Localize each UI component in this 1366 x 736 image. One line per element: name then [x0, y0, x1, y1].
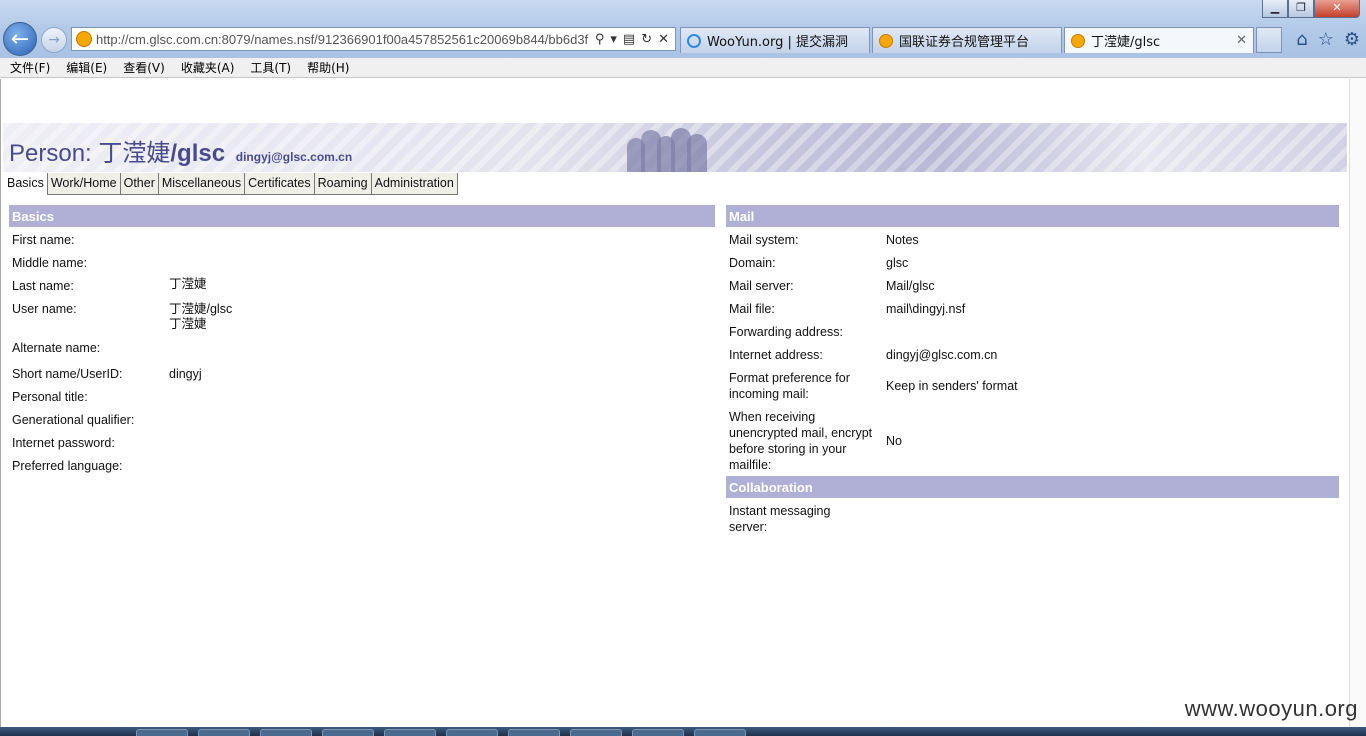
field-label: Alternate name:: [12, 341, 101, 355]
field-label: Internet password:: [12, 436, 115, 450]
field-value: 丁滢婕/glsc: [169, 302, 233, 316]
section-mail-header: Mail: [726, 205, 1339, 227]
taskbar-item[interactable]: [446, 729, 498, 736]
notes-icon: [879, 33, 893, 48]
vertical-scrollbar[interactable]: [1349, 79, 1366, 727]
tab-certificates[interactable]: Certificates: [245, 173, 315, 195]
field-label: Domain:: [729, 256, 776, 270]
tab-miscellaneous[interactable]: Miscellaneous: [158, 173, 246, 195]
field-value: Notes: [886, 233, 919, 247]
menu-help[interactable]: 帮助(H): [301, 59, 355, 76]
tab-label: 丁滢婕/glsc: [1091, 35, 1161, 50]
field-label: Instant messaging server:: [729, 504, 831, 534]
notes-icon: [1071, 33, 1085, 48]
taskbar-item[interactable]: [632, 729, 684, 736]
forward-arrow-icon[interactable]: →: [41, 27, 67, 53]
title-name-cn: 丁滢婕: [98, 140, 171, 167]
new-tab-button[interactable]: [1256, 27, 1282, 53]
field-value: dingyj: [169, 367, 202, 381]
field-label: Mail system:: [729, 233, 799, 247]
field-label: User name:: [12, 302, 77, 316]
home-icon[interactable]: ⌂: [1296, 29, 1307, 50]
field-value: dingyj@glsc.com.cn: [886, 348, 998, 362]
field-value: 丁滢婕: [169, 317, 207, 331]
tab-work-home[interactable]: Work/Home: [47, 173, 121, 195]
menu-edit[interactable]: 编辑(E): [60, 59, 113, 76]
field-label: When receiving unencrypted mail, encrypt…: [729, 410, 873, 472]
field-value: Keep in senders' format: [886, 379, 1018, 393]
url-text[interactable]: http://cm.glsc.com.cn:8079/names.nsf/912…: [96, 32, 595, 47]
menu-file[interactable]: 文件(F): [4, 59, 56, 76]
taskbar-item[interactable]: [570, 729, 622, 736]
people-photo-icon: [623, 125, 713, 172]
favorites-star-icon[interactable]: ☆: [1318, 29, 1334, 50]
taskbar-item[interactable]: [260, 729, 312, 736]
minimize-icon[interactable]: ▁: [1262, 0, 1288, 18]
title-name-org: /glsc: [170, 140, 226, 167]
tab-basics[interactable]: Basics: [4, 173, 48, 195]
tab-other[interactable]: Other: [120, 173, 159, 195]
document-tabs: Basics Work/Home Other Miscellaneous Cer…: [4, 173, 458, 195]
taskbar-item[interactable]: [384, 729, 436, 736]
tab-administration[interactable]: Administration: [371, 173, 458, 195]
field-label: Generational qualifier:: [12, 413, 135, 427]
field-label: Format preference for incoming mail:: [729, 371, 850, 401]
menu-view[interactable]: 查看(V): [117, 59, 171, 76]
refresh-icon[interactable]: ↻: [641, 32, 652, 47]
taskbar-item[interactable]: [198, 729, 250, 736]
page-title: Person: 丁滢婕/glsc dingyj@glsc.com.cn: [9, 133, 352, 168]
address-bar[interactable]: http://cm.glsc.com.cn:8079/names.nsf/912…: [71, 27, 676, 51]
tab-glsc-compliance[interactable]: 国联证券合规管理平台: [872, 27, 1062, 53]
tab-label: 国联证券合规管理平台: [899, 35, 1030, 50]
field-value: 丁滢婕: [169, 277, 207, 291]
field-value: glsc: [886, 256, 909, 270]
field-label: First name:: [12, 233, 75, 247]
taskbar-item[interactable]: [508, 729, 560, 736]
field-label: Middle name:: [12, 256, 88, 270]
field-value: mail\dingyj.nsf: [886, 302, 966, 316]
field-label: Short name/UserID:: [12, 367, 123, 381]
tab-label: WooYun.org | 提交漏洞: [707, 35, 849, 50]
menu-favorites[interactable]: 收藏夹(A): [175, 59, 241, 76]
back-arrow-icon[interactable]: ←: [3, 22, 37, 56]
taskbar-item[interactable]: [136, 729, 188, 736]
field-label: Forwarding address:: [729, 325, 843, 339]
dropdown-icon[interactable]: ▾: [610, 32, 617, 47]
field-label: Mail server:: [729, 279, 794, 293]
tab-wooyun[interactable]: WooYun.org | 提交漏洞: [680, 27, 870, 53]
field-label: Last name:: [12, 279, 74, 293]
field-label: Internet address:: [729, 348, 823, 362]
taskbar-item[interactable]: [322, 729, 374, 736]
section-collaboration-header: Collaboration: [726, 476, 1339, 498]
taskbar-item[interactable]: [694, 729, 746, 736]
window-controls: ▁ ❐ ✕: [1262, 0, 1360, 18]
field-label: Mail file:: [729, 302, 775, 316]
field-value: No: [886, 434, 902, 448]
ie-icon: [687, 33, 701, 48]
field-label: Preferred language:: [12, 459, 123, 473]
tab-close-icon[interactable]: ✕: [1236, 33, 1247, 48]
menu-tools[interactable]: 工具(T): [244, 59, 297, 76]
site-favicon-icon: [76, 31, 92, 47]
title-prefix: Person:: [9, 140, 99, 167]
section-basics-header: Basics: [9, 205, 715, 227]
field-value: Mail/glsc: [886, 279, 935, 293]
close-icon[interactable]: ✕: [1314, 0, 1360, 18]
tab-person[interactable]: 丁滢婕/glsc ✕: [1064, 27, 1254, 53]
compat-view-icon[interactable]: ▤: [623, 32, 635, 47]
watermark: www.wooyun.org: [1184, 696, 1358, 721]
field-label: Personal title:: [12, 390, 88, 404]
restore-icon[interactable]: ❐: [1288, 0, 1314, 18]
search-icon[interactable]: ⚲: [595, 32, 605, 47]
title-email: dingyj@glsc.com.cn: [235, 150, 353, 164]
gear-icon[interactable]: ⚙: [1344, 29, 1360, 50]
tab-roaming[interactable]: Roaming: [314, 173, 372, 195]
stop-icon[interactable]: ✕: [658, 32, 669, 47]
menu-bar: 文件(F) 编辑(E) 查看(V) 收藏夹(A) 工具(T) 帮助(H): [0, 58, 1366, 78]
